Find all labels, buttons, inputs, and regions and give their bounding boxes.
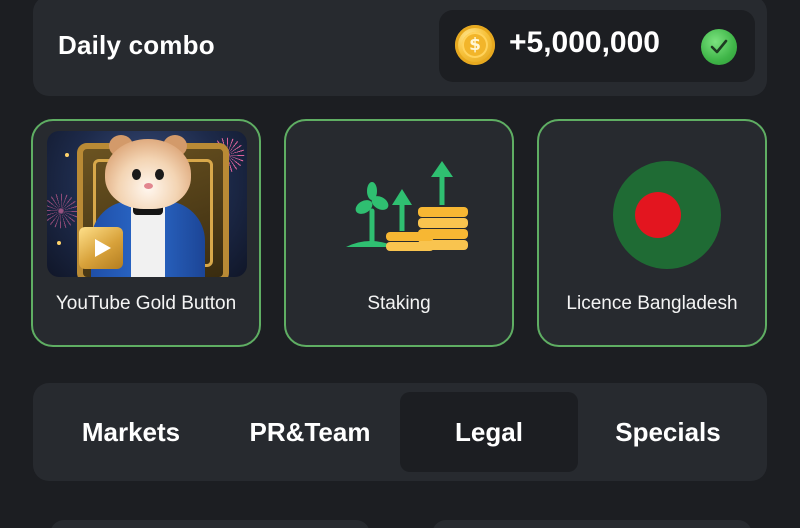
checkmark-circle-icon [701,29,737,65]
play-icon [79,227,123,269]
staking-plants-coins-icon [300,131,500,277]
category-tabs: Markets PR&Team Legal Specials [33,383,767,481]
hamster-youtube-gold-button-image [47,131,247,277]
mine-cards-screen: Daily combo $ +5,000,000 YouTube Gold Bu… [0,0,800,528]
tab-pr-team[interactable]: PR&Team [221,392,399,472]
daily-combo-card: Daily combo $ +5,000,000 [33,0,767,96]
combo-card-youtube-gold-button[interactable]: YouTube Gold Button [31,119,261,347]
coin-icon: $ [455,25,495,65]
card-label: Licence Bangladesh [566,293,738,314]
card-label: YouTube Gold Button [55,293,237,314]
tab-specials[interactable]: Specials [579,392,757,472]
combo-card-staking[interactable]: Staking [284,119,514,347]
bangladesh-flag-icon [553,131,753,277]
daily-combo-title: Daily combo [58,30,215,60]
coin-symbol: $ [462,32,488,58]
combo-card-licence-bangladesh[interactable]: Licence Bangladesh [537,119,767,347]
next-card-peek-left [50,520,370,528]
card-label: Staking [367,293,431,314]
next-card-peek-right [432,520,752,528]
reward-amount: +5,000,000 [509,26,660,59]
tab-markets[interactable]: Markets [42,392,220,472]
daily-combo-reward: $ +5,000,000 [439,10,755,82]
tab-legal[interactable]: Legal [400,392,578,472]
